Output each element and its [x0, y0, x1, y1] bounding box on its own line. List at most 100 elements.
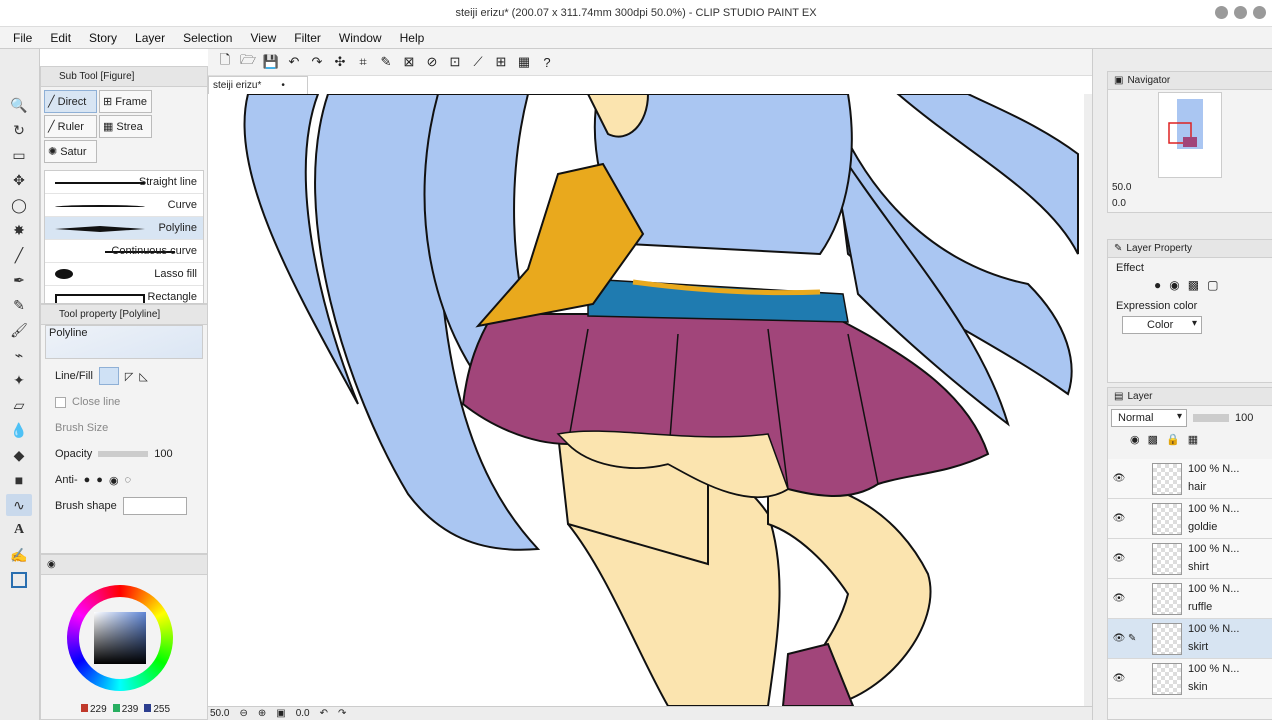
navigator-zoom-value[interactable]: 50.0 [1112, 182, 1131, 193]
menu-edit[interactable]: Edit [41, 31, 80, 45]
pencil-tool-icon[interactable]: ✎ [6, 294, 32, 316]
line-fill-toggle[interactable] [98, 367, 119, 385]
menu-filter[interactable]: Filter [285, 31, 330, 45]
visibility-eye-icon[interactable]: 👁 [1112, 593, 1126, 604]
close-line-checkbox[interactable] [55, 396, 66, 408]
brush-shape-dropdown[interactable] [122, 497, 187, 515]
navigator-thumbnail[interactable] [1158, 92, 1222, 178]
anti-alias-medium-icon[interactable]: ◉ [109, 474, 119, 487]
eyedropper-icon[interactable]: ╱ [6, 244, 32, 266]
color-wheel[interactable] [67, 585, 173, 691]
subtab-direct[interactable]: ╱ Direct [44, 90, 97, 113]
layer-row-ruffle[interactable]: 👁 100 % N... ruffle [1108, 579, 1272, 619]
menu-story[interactable]: Story [80, 31, 126, 45]
visibility-eye-icon[interactable]: 👁 [1112, 513, 1126, 524]
subtool-lasso-fill[interactable]: Lasso fill [45, 263, 203, 286]
fit-icon[interactable]: ▣ [276, 708, 285, 719]
layer-opacity-value[interactable]: 100 [1235, 412, 1253, 424]
menu-layer[interactable]: Layer [126, 31, 174, 45]
new-icon[interactable]: 🗋 [216, 52, 234, 71]
transform-icon[interactable]: ✣ [331, 53, 349, 71]
visibility-eye-icon[interactable]: 👁 [1112, 673, 1126, 684]
zoom-tool-icon[interactable]: 🔍 [6, 94, 32, 116]
vertical-scrollbar[interactable] [1084, 94, 1092, 706]
menu-view[interactable]: View [241, 31, 285, 45]
expression-color-dropdown[interactable]: Color [1122, 316, 1202, 334]
rotate-left-icon[interactable]: ↶ [320, 708, 328, 719]
menu-help[interactable]: Help [391, 31, 434, 45]
menu-selection[interactable]: Selection [174, 31, 241, 45]
minimize-button[interactable] [1215, 6, 1228, 19]
clip-icon[interactable]: ◉ [1130, 433, 1140, 446]
saturation-value-square[interactable] [94, 612, 146, 664]
opacity-value[interactable]: 100 [154, 448, 172, 460]
fill-tool-icon[interactable]: ◆ [6, 444, 32, 466]
navigator-tool-icon[interactable]: ▭ [6, 144, 32, 166]
close-button[interactable] [1253, 6, 1266, 19]
move-tool-icon[interactable]: ✥ [6, 169, 32, 191]
undo-icon[interactable]: ↶ [285, 53, 303, 71]
maximize-button[interactable] [1234, 6, 1247, 19]
subtab-stream[interactable]: ▦ Strea [99, 115, 152, 138]
reference-icon[interactable]: ▩ [1148, 433, 1158, 446]
snap-grid-icon[interactable]: ⊠ [400, 53, 418, 71]
figure-tool-icon[interactable]: ∿ [6, 494, 32, 516]
menu-file[interactable]: File [4, 31, 41, 45]
zoom-in-icon[interactable]: ⊕ [258, 708, 266, 719]
open-icon[interactable]: 🗁 [239, 52, 257, 71]
gradient-tool-icon[interactable]: ■ [6, 469, 32, 491]
visibility-eye-icon[interactable]: 👁 [1112, 633, 1126, 644]
redo-icon[interactable]: ↷ [308, 53, 326, 71]
rotate-right-icon[interactable]: ↷ [338, 708, 346, 719]
subtool-polyline[interactable]: Polyline [45, 217, 203, 240]
navigator-angle-value[interactable]: 0.0 [1112, 198, 1126, 209]
snap-special-icon[interactable]: ⊡ [446, 53, 464, 71]
decoration-tool-icon[interactable]: ✦ [6, 369, 32, 391]
lasso-tool-icon[interactable]: ◯ [6, 194, 32, 216]
subtab-frame[interactable]: ⊞ Frame [99, 90, 152, 113]
anti-alias-weak-icon[interactable]: ● [96, 474, 103, 486]
airbrush-tool-icon[interactable]: ⌁ [6, 344, 32, 366]
subtool-rectangle[interactable]: Rectangle [45, 286, 203, 303]
subtool-curve[interactable]: Curve [45, 194, 203, 217]
anti-alias-strong-icon[interactable]: ◌ [125, 474, 132, 486]
blend-mode-dropdown[interactable]: Normal [1111, 409, 1187, 427]
lock-icon[interactable]: 🔒 [1166, 433, 1180, 446]
eraser-tool-icon[interactable]: ▱ [6, 394, 32, 416]
line-shape-icon[interactable]: ◺ [139, 370, 147, 383]
subtab-ruler[interactable]: ╱ Ruler [44, 115, 97, 138]
save-icon[interactable]: 💾 [262, 53, 280, 71]
menu-window[interactable]: Window [330, 31, 391, 45]
fill-shape-icon[interactable]: ◸ [125, 370, 133, 383]
zoom-out-icon[interactable]: ⊖ [239, 708, 247, 719]
symmetry-icon[interactable]: ⊞ [492, 53, 510, 71]
subtab-saturated[interactable]: ✺ Satur [44, 140, 97, 163]
pen-tool-icon[interactable]: ✒ [6, 269, 32, 291]
border-effect-icon[interactable]: ● [1154, 278, 1161, 292]
color-swatch-icon[interactable] [6, 569, 32, 591]
balloon-tool-icon[interactable]: ✍ [6, 544, 32, 566]
text-tool-icon[interactable]: A [6, 519, 32, 541]
layer-opacity-slider[interactable] [1193, 414, 1229, 422]
layer-row-shirt[interactable]: 👁 100 % N... shirt [1108, 539, 1272, 579]
close-tab-icon[interactable]: • [281, 80, 285, 91]
snap-icon[interactable]: ✎ [377, 53, 395, 71]
anti-alias-none-icon[interactable]: ● [84, 474, 91, 486]
help-icon[interactable]: ? [538, 53, 556, 71]
magic-wand-icon[interactable]: ✸ [6, 219, 32, 241]
subtool-continuous-curve[interactable]: Continuous curve [45, 240, 203, 263]
angle-readout[interactable]: 0.0 [296, 708, 310, 719]
rotate-tool-icon[interactable]: ↻ [6, 119, 32, 141]
tone-effect-icon[interactable]: ▩ [1188, 278, 1199, 292]
lock-transparency-icon[interactable]: ▦ [1188, 433, 1198, 446]
zoom-readout[interactable]: 50.0 [210, 708, 229, 719]
layer-color-icon[interactable]: ▢ [1207, 278, 1218, 292]
settings-dropdown-icon[interactable]: ▦ [515, 53, 533, 71]
layer-row-skirt[interactable]: 👁 ✎ 100 % N... skirt [1108, 619, 1272, 659]
snap-ruler-icon[interactable]: ⊘ [423, 53, 441, 71]
brush-tool-icon[interactable]: 🖌 [6, 319, 32, 341]
perspective-icon[interactable]: ⟋ [469, 53, 487, 71]
color-wheel-icon[interactable]: ◉ [47, 559, 56, 570]
layer-row-hair[interactable]: 👁 100 % N... hair [1108, 459, 1272, 499]
opacity-slider[interactable] [98, 451, 149, 457]
